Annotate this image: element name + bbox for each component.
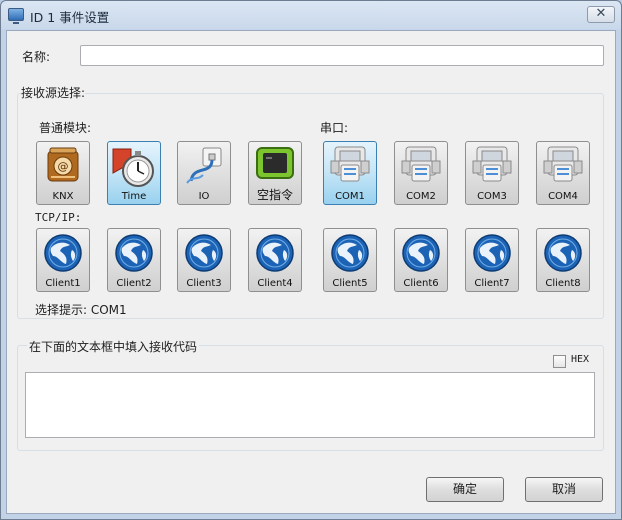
- close-button[interactable]: ✕: [587, 6, 615, 23]
- serial-port-icon: [330, 146, 370, 182]
- module-knx[interactable]: @ KNX: [36, 141, 90, 205]
- knx-icon: @: [47, 147, 79, 182]
- name-label: 名称:: [22, 50, 51, 64]
- close-icon: ✕: [595, 6, 607, 21]
- title-bar[interactable]: ID 1 事件设置 ✕: [1, 1, 621, 29]
- client-7[interactable]: Client7: [465, 228, 519, 292]
- name-input[interactable]: [80, 45, 604, 66]
- module-empty-command[interactable]: 空指令: [248, 141, 302, 205]
- hex-label: HEX: [571, 354, 590, 365]
- client-label: Client4: [257, 278, 293, 289]
- dialog-body: 名称: 接收源选择: 普通模块: 串口: @ KNX Time IO 空指令 C…: [6, 30, 616, 514]
- client-1[interactable]: Client1: [36, 228, 90, 292]
- client-2[interactable]: Client2: [107, 228, 161, 292]
- serial-com3[interactable]: COM3: [465, 141, 519, 205]
- serial-com4[interactable]: COM4: [536, 141, 590, 205]
- client-label: Client2: [116, 278, 152, 289]
- monitor-icon: [8, 8, 24, 24]
- ok-button[interactable]: 确定: [426, 477, 504, 502]
- globe-icon: [44, 234, 82, 272]
- globe-icon: [544, 234, 582, 272]
- io-icon: [186, 147, 222, 184]
- window-title: ID 1 事件设置: [30, 10, 110, 25]
- globe-icon: [331, 234, 369, 272]
- svg-text:@: @: [58, 160, 69, 173]
- globe-icon: [473, 234, 511, 272]
- globe-icon: [402, 234, 440, 272]
- client-8[interactable]: Client8: [536, 228, 590, 292]
- serial-port-icon: [401, 146, 441, 182]
- serial-port-icon: [543, 146, 583, 182]
- globe-icon: [256, 234, 294, 272]
- cancel-button[interactable]: 取消: [525, 477, 603, 502]
- event-settings-dialog: ID 1 事件设置 ✕ 名称: 接收源选择: 普通模块: 串口: @ KNX T…: [0, 0, 622, 520]
- module-label: IO: [198, 191, 210, 202]
- serial-com2[interactable]: COM2: [394, 141, 448, 205]
- module-io[interactable]: IO: [177, 141, 231, 205]
- module-label: 空指令: [256, 188, 293, 202]
- serial-label: 串口:: [320, 121, 349, 135]
- globe-icon: [185, 234, 223, 272]
- serial-port-icon: [472, 146, 512, 182]
- client-4[interactable]: Client4: [248, 228, 302, 292]
- client-label: Client3: [186, 278, 222, 289]
- module-label: KNX: [52, 191, 74, 202]
- common-modules-label: 普通模块:: [39, 121, 92, 135]
- serial-label-text: COM1: [335, 191, 365, 202]
- module-label: Time: [121, 191, 147, 202]
- receive-code-textarea[interactable]: [25, 372, 595, 438]
- tcp-ip-label: TCP/IP:: [35, 211, 82, 224]
- serial-label-text: COM3: [477, 191, 507, 202]
- stopwatch-icon: [112, 148, 154, 187]
- client-3[interactable]: Client3: [177, 228, 231, 292]
- receive-code-label: 在下面的文本框中填入接收代码: [27, 338, 200, 355]
- client-label: Client8: [545, 278, 581, 289]
- globe-icon: [115, 234, 153, 272]
- serial-com1[interactable]: COM1: [323, 141, 377, 205]
- empty-command-icon: [256, 147, 294, 179]
- module-time[interactable]: Time: [107, 141, 161, 205]
- client-label: Client7: [474, 278, 510, 289]
- selection-hint: 选择提示: COM1: [35, 303, 127, 317]
- client-label: Client6: [403, 278, 439, 289]
- client-5[interactable]: Client5: [323, 228, 377, 292]
- client-label: Client1: [45, 278, 81, 289]
- serial-label-text: COM2: [406, 191, 436, 202]
- source-label: 接收源选择:: [21, 84, 86, 101]
- client-6[interactable]: Client6: [394, 228, 448, 292]
- hex-checkbox[interactable]: [553, 355, 566, 368]
- serial-label-text: COM4: [548, 191, 578, 202]
- client-label: Client5: [332, 278, 368, 289]
